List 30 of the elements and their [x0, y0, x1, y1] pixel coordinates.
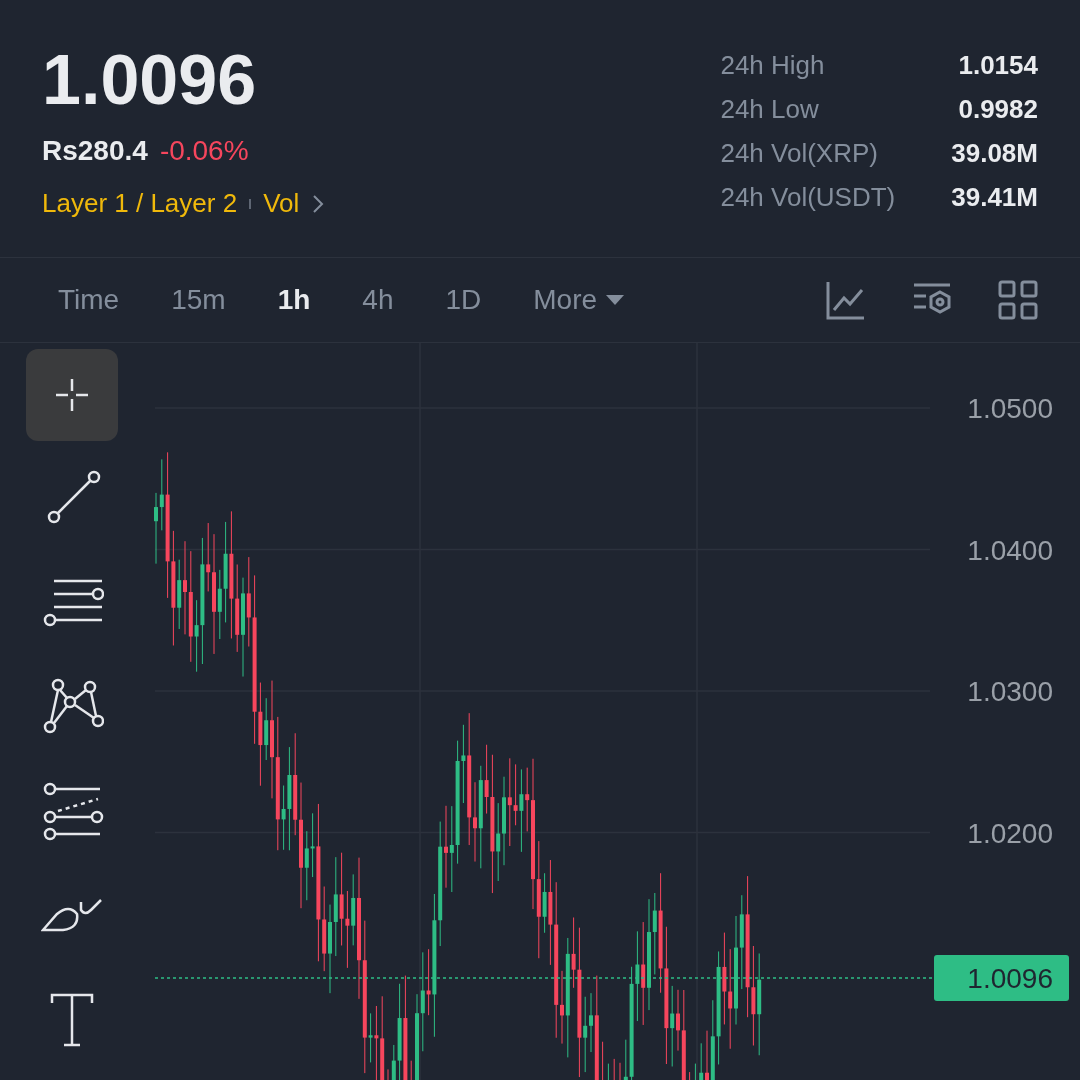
stat-value: 39.41M — [951, 181, 1038, 214]
axis-label: 1.0200 — [967, 817, 1053, 849]
price-change: -0.06% — [159, 134, 249, 168]
category-tag[interactable]: Vol — [263, 184, 300, 223]
tag-separator-icon — [249, 198, 252, 209]
axis-label: 1.0300 — [967, 676, 1053, 707]
stat-label: 24h Low — [720, 93, 820, 126]
interval-tab[interactable]: More — [533, 279, 626, 321]
category-tag[interactable]: Layer 1 / Layer 2 — [42, 184, 238, 223]
brush-icon — [41, 897, 103, 933]
axis-label: 1.0400 — [967, 534, 1053, 566]
interval-tab[interactable]: 4h — [362, 279, 394, 321]
axis-label: 1.0500 — [967, 393, 1053, 424]
fiat-price: Rs280.4 — [42, 134, 148, 168]
grid-layout-icon[interactable] — [998, 280, 1038, 320]
interval-tab[interactable]: Time — [58, 279, 120, 321]
stat-value: 0.9982 — [957, 93, 1038, 126]
line-chart-icon[interactable] — [826, 280, 866, 320]
price-value: 1.0096 — [42, 40, 258, 121]
chevron-right-icon[interactable] — [311, 192, 326, 215]
stat-label: 24h Vol(XRP) — [720, 137, 879, 170]
stat-label: 24h Vol(USDT) — [720, 181, 896, 214]
interval-tab[interactable]: 1h — [277, 279, 311, 321]
interval-tab[interactable]: 1D — [445, 279, 482, 321]
stat-value: 1.0154 — [957, 49, 1038, 82]
stat-value: 39.08M — [951, 137, 1038, 170]
interval-tab[interactable]: 15m — [171, 279, 226, 321]
dropdown-caret-icon — [605, 294, 626, 306]
last-price-tag: 1.0096 — [934, 955, 1069, 1001]
stat-label: 24h High — [720, 49, 826, 82]
